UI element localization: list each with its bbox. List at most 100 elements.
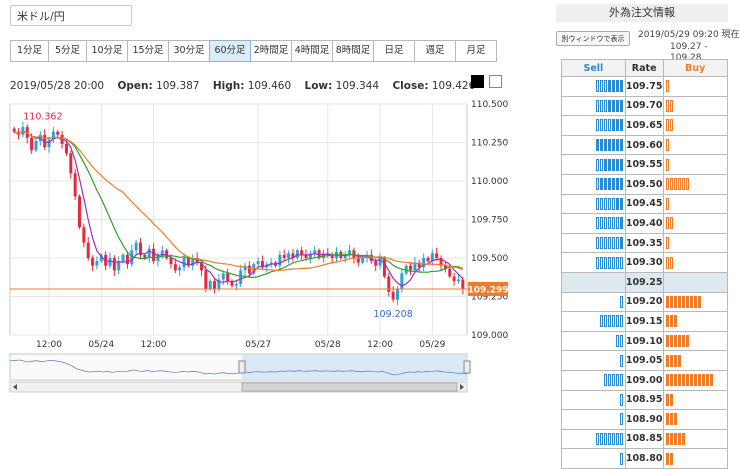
buy-cell (662, 232, 728, 254)
y-tick-label: 109.750 (471, 216, 508, 226)
sell-volume-bars (595, 80, 623, 93)
buy-volume-bars (665, 139, 669, 152)
timeframe-button[interactable]: 30分足 (168, 40, 210, 62)
timeframe-button[interactable]: 4時間足 (291, 40, 333, 62)
rate-cell: 109.70 (624, 95, 664, 117)
sell-open-bar (603, 256, 607, 269)
candle-body (426, 258, 430, 262)
sell-open-bar (615, 315, 619, 328)
order-book-row: 108.80 (561, 448, 728, 469)
buy-open-bar (685, 178, 689, 191)
sell-volume-bars (595, 432, 623, 445)
buy-volume-bars (665, 158, 669, 171)
candle-body (387, 276, 391, 292)
rate-cell: 109.00 (624, 369, 664, 391)
buy-cell (662, 193, 728, 215)
rate-cell: 109.35 (624, 232, 664, 254)
timeframe-button[interactable]: 1分足 (10, 40, 49, 62)
order-book-header: Sell Rate Buy (561, 59, 728, 77)
timeframe-button[interactable]: 10分足 (86, 40, 128, 62)
sell-filled-bar (595, 139, 599, 152)
order-book-row: 109.45 (561, 193, 728, 215)
buy-filled-bar (677, 295, 681, 308)
rate-cell: 109.10 (624, 330, 664, 352)
sell-open-bar (595, 237, 599, 250)
candle-body (278, 254, 282, 266)
rate-cell: 108.80 (624, 448, 664, 469)
sell-volume-bars (619, 354, 623, 367)
candle-body (34, 140, 38, 151)
buy-cell (662, 95, 728, 117)
buy-open-bar (665, 158, 669, 171)
order-book-row: 109.70 (561, 95, 728, 117)
sell-open-bar (595, 80, 599, 93)
buy-open-bar (665, 256, 669, 269)
buy-volume-bars (665, 452, 673, 465)
rate-cell: 109.65 (624, 115, 664, 136)
sell-open-bar (619, 452, 623, 465)
candlestick-chart: 110.500 110.250 110.000 109.750 109.500 109.2… (9, 100, 509, 393)
sell-open-bar (599, 315, 603, 328)
order-info-timestamp: 2019/05/29 09:20 現在 (638, 30, 740, 40)
candle-body (64, 144, 68, 154)
sell-open-bar (603, 99, 607, 112)
buy-open-bar (665, 217, 669, 230)
buy-filled-bar (665, 413, 669, 426)
sell-volume-bars (595, 99, 623, 112)
buy-open-bar (677, 178, 681, 191)
separate-window-button[interactable]: 別ウィンドウで表示 (556, 31, 630, 46)
sell-open-bar (607, 119, 611, 132)
buy-filled-bar (677, 374, 681, 387)
sell-open-bar (603, 374, 607, 387)
timeframe-button[interactable]: 月足 (455, 40, 497, 62)
buy-volume-bars (665, 119, 673, 132)
timeframe-button[interactable]: 15分足 (127, 40, 169, 62)
rate-cell: 109.50 (624, 173, 664, 195)
sell-open-bar (619, 374, 623, 387)
sell-open-bar (611, 374, 615, 387)
buy-filled-bar (669, 432, 673, 445)
dark-theme-toggle[interactable] (471, 75, 484, 88)
buy-volume-bars (665, 80, 669, 93)
sell-filled-bar (607, 80, 611, 93)
sell-open-bar (603, 217, 607, 230)
sell-open-bar (619, 295, 623, 308)
timeframe-button[interactable]: 60分足 (209, 40, 251, 62)
buy-filled-bar (673, 295, 677, 308)
buy-filled-bar (673, 354, 677, 367)
buy-open-bar (665, 197, 669, 210)
buy-filled-bar (665, 335, 669, 348)
timeframe-button[interactable]: 5分足 (48, 40, 87, 62)
buy-cell (662, 350, 728, 371)
sell-open-bar (619, 354, 623, 367)
rate-cell: 109.45 (624, 193, 664, 215)
buy-filled-bar (669, 452, 673, 465)
sell-cell (561, 311, 626, 332)
candle-body (391, 291, 395, 300)
timeframe-button[interactable]: 8時間足 (332, 40, 374, 62)
buy-open-bar (665, 80, 669, 93)
candle-body (204, 270, 208, 289)
y-tick-label: 110.500 (471, 100, 508, 110)
buy-open-bar (665, 237, 669, 250)
sell-open-bar (611, 256, 615, 269)
candle-body (361, 258, 365, 263)
order-book-row: 109.65 (561, 115, 728, 136)
sell-filled-bar (615, 80, 619, 93)
x-tick-label: 05/29 (419, 340, 445, 350)
timeframe-button[interactable]: 週足 (414, 40, 456, 62)
rate-cell: 108.85 (624, 428, 664, 450)
sell-filled-bar (607, 158, 611, 171)
sell-volume-bars (599, 315, 623, 328)
light-theme-toggle[interactable] (489, 75, 502, 88)
timeframe-button[interactable]: 日足 (373, 40, 415, 62)
sell-volume-bars (595, 158, 623, 171)
sell-open-bar (615, 217, 619, 230)
sell-volume-bars (595, 217, 623, 230)
sell-open-bar (607, 197, 611, 210)
buy-filled-bar (689, 295, 693, 308)
sell-filled-bar (599, 178, 603, 191)
sell-filled-bar (599, 139, 603, 152)
currency-pair-select[interactable]: 米ドル/円 (10, 5, 132, 26)
timeframe-button[interactable]: 2時間足 (250, 40, 292, 62)
